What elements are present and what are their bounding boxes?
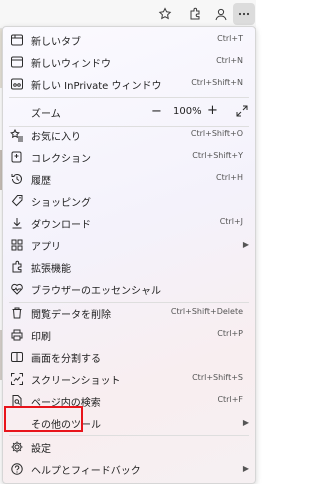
menu-item-label: 画面を分割する [31, 354, 101, 365]
profile-icon[interactable] [210, 3, 232, 25]
fullscreen-icon[interactable] [236, 105, 248, 117]
menu-item-shortcut: Ctrl+Shift+O [190, 129, 243, 138]
menu-item-label: ブラウザーのエッセンシャル [31, 286, 161, 297]
menu-item-zoom: ズーム − 100% + [3, 99, 255, 125]
heart-pulse-icon [8, 280, 26, 298]
menu-item-shortcut: Ctrl+J [219, 217, 243, 226]
settings-gear-icon [8, 438, 26, 456]
zoom-in-button[interactable]: + [207, 103, 218, 118]
new-window-icon [8, 53, 26, 71]
browser-toolbar [0, 0, 256, 29]
menu-item-label: 履歴 [31, 176, 51, 187]
menu-item-label: 新しい InPrivate ウィンドウ [31, 81, 162, 92]
collections-icon [8, 148, 26, 166]
menu-item-shortcut: Ctrl+Shift+N [191, 78, 243, 87]
chevron-right-icon: ▶ [242, 240, 249, 249]
more-menu-icon[interactable] [233, 3, 255, 25]
menu-item-screenshot[interactable]: スクリーンショット Ctrl+Shift+S [3, 368, 255, 390]
help-icon [8, 460, 26, 478]
split-screen-icon [8, 348, 26, 366]
menu-item-shortcut: Ctrl+Shift+Delete [170, 307, 243, 316]
menu-item-label: スクリーンショット [31, 376, 121, 387]
menu-item-clear-browsing-data[interactable]: 閲覧データを削除 Ctrl+Shift+Delete [3, 302, 255, 324]
menu-item-shortcut: Ctrl+P [217, 329, 243, 338]
menu-item-label: コレクション [31, 154, 91, 165]
extensions-icon [8, 258, 26, 276]
chevron-right-icon: ▶ [242, 418, 249, 427]
menu-item-label: 設定 [31, 444, 51, 455]
menu-item-split-screen[interactable]: 画面を分割する [3, 346, 255, 368]
zoom-level-value: 100% [173, 106, 202, 117]
menu-item-extensions[interactable]: 拡張機能 [3, 256, 255, 278]
menu-item-collections[interactable]: コレクション Ctrl+Shift+Y [3, 146, 255, 168]
menu-item-label: ダウンロード [31, 220, 91, 231]
favorite-star-icon[interactable] [154, 3, 176, 25]
menu-item-new-tab[interactable]: 新しいタブ Ctrl+T [3, 29, 255, 51]
menu-item-label: ヘルプとフィードバック [31, 466, 141, 477]
download-icon [8, 214, 26, 232]
menu-item-shopping[interactable]: ショッピング [3, 190, 255, 212]
menu-item-label: 拡張機能 [31, 264, 71, 275]
menu-item-label: アプリ [31, 242, 61, 253]
extensions-icon[interactable] [184, 3, 206, 25]
screenshot-icon [8, 370, 26, 388]
apps-icon [8, 236, 26, 254]
trash-icon [8, 304, 26, 322]
menu-item-print[interactable]: 印刷 Ctrl+P [3, 324, 255, 346]
menu-item-shortcut: Ctrl+H [216, 173, 243, 182]
menu-item-label: 新しいタブ [31, 37, 81, 48]
menu-item-shortcut: Ctrl+N [216, 56, 243, 65]
menu-item-new-inprivate-window[interactable]: 新しい InPrivate ウィンドウ Ctrl+Shift+N [3, 73, 255, 95]
menu-item-help-and-feedback[interactable]: ヘルプとフィードバック ▶ [3, 458, 255, 480]
menu-item-shortcut: Ctrl+Shift+Y [192, 151, 243, 160]
menu-item-apps[interactable]: アプリ ▶ [3, 234, 255, 256]
menu-item-label: 新しいウィンドウ [31, 59, 111, 70]
menu-item-history[interactable]: 履歴 Ctrl+H [3, 168, 255, 190]
menu-item-label: お気に入り [31, 132, 81, 143]
menu-item-shortcut: Ctrl+F [217, 395, 243, 404]
menu-item-shortcut: Ctrl+Shift+S [192, 373, 243, 382]
menu-separator [9, 97, 249, 98]
settings-highlight-box [4, 406, 83, 432]
favorites-icon [8, 126, 26, 144]
zoom-label: ズーム [31, 109, 61, 120]
menu-item-new-window[interactable]: 新しいウィンドウ Ctrl+N [3, 51, 255, 73]
menu-item-downloads[interactable]: ダウンロード Ctrl+J [3, 212, 255, 234]
print-icon [8, 326, 26, 344]
inprivate-icon [8, 75, 26, 93]
menu-item-label: 閲覧データを削除 [31, 310, 111, 321]
history-icon [8, 170, 26, 188]
menu-item-label: ショッピング [31, 198, 91, 209]
menu-item-browser-essentials[interactable]: ブラウザーのエッセンシャル [3, 278, 255, 300]
menu-item-favorites[interactable]: お気に入り Ctrl+Shift+O [3, 124, 255, 146]
new-tab-icon [8, 31, 26, 49]
menu-item-settings[interactable]: 設定 [3, 436, 255, 458]
zoom-out-button[interactable]: − [151, 104, 162, 119]
menu-item-label: 印刷 [31, 332, 51, 343]
shopping-tag-icon [8, 192, 26, 210]
chevron-right-icon: ▶ [242, 464, 249, 473]
menu-item-shortcut: Ctrl+T [217, 34, 243, 43]
